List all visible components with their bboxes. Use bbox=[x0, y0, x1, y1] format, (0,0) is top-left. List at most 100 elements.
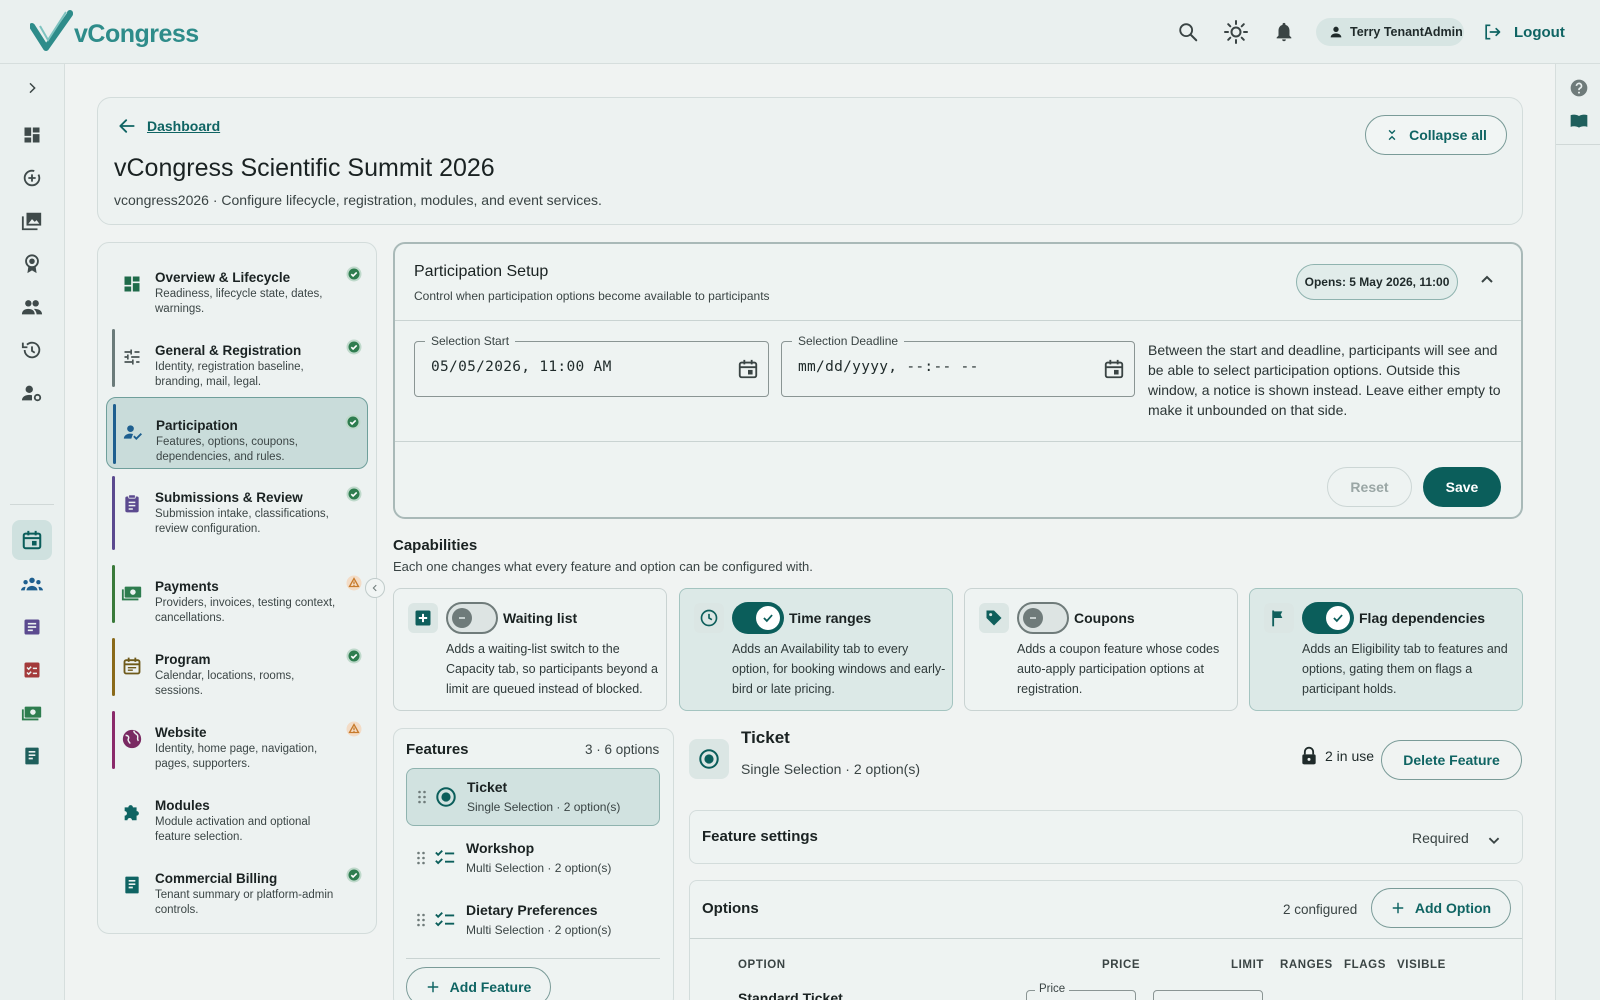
user-menu-chip[interactable]: Terry TenantAdmin bbox=[1316, 18, 1464, 46]
options-count: 2 configured bbox=[1283, 902, 1358, 917]
delete-feature-button[interactable]: Delete Feature bbox=[1381, 740, 1522, 780]
selection-window-help: Between the start and deadline, particip… bbox=[1148, 342, 1501, 418]
theme-sun-icon[interactable] bbox=[1222, 18, 1250, 46]
collapse-all-button[interactable]: Collapse all bbox=[1365, 115, 1507, 155]
reset-button[interactable]: Reset bbox=[1327, 467, 1412, 507]
nav-item-desc: Readiness, lifecycle state, dates, warni… bbox=[155, 288, 323, 315]
feature-name: Ticket bbox=[467, 779, 508, 795]
nav-item-program[interactable]: Program Calendar, locations, rooms, sess… bbox=[106, 632, 368, 700]
radio-selected-icon bbox=[689, 739, 729, 779]
plus-icon bbox=[1392, 902, 1404, 914]
nav-item-title: Payments bbox=[155, 579, 219, 594]
logout-button[interactable]: Logout bbox=[1482, 18, 1565, 46]
features-count: 3 · 6 options bbox=[585, 742, 660, 757]
feature-subtitle: Single Selection · 2 option(s) bbox=[467, 800, 621, 814]
setup-divider bbox=[395, 320, 1521, 321]
nav-item-participation[interactable]: Participation Features, options, coupons… bbox=[106, 397, 368, 469]
nav-item-title: Participation bbox=[156, 418, 238, 433]
save-button[interactable]: Save bbox=[1423, 467, 1501, 507]
dashboard-icon[interactable] bbox=[20, 123, 44, 147]
docs-book-icon[interactable] bbox=[1569, 111, 1589, 131]
flag-dependencies-toggle[interactable] bbox=[1302, 602, 1354, 634]
nav-item-accent-bar bbox=[112, 711, 115, 769]
checklist-icon[interactable] bbox=[20, 658, 44, 682]
column-header-option: OPTION bbox=[738, 959, 786, 971]
nav-item-title: Modules bbox=[155, 798, 210, 813]
people-icon[interactable] bbox=[20, 295, 44, 319]
time-ranges-toggle[interactable] bbox=[732, 602, 784, 634]
clock-icon bbox=[694, 603, 724, 633]
coupons-toggle[interactable] bbox=[1017, 602, 1069, 634]
feature-item-workshop[interactable]: Workshop Multi Selection · 2 option(s) bbox=[406, 830, 660, 888]
capability-title: Time ranges bbox=[789, 610, 872, 626]
chevron-down-icon[interactable] bbox=[1483, 829, 1505, 851]
collapse-icon bbox=[1388, 129, 1396, 141]
nav-item-modules[interactable]: Modules Module activation and optional f… bbox=[106, 778, 368, 846]
calendar-icon[interactable] bbox=[20, 528, 44, 552]
nav-item-title: Website bbox=[155, 725, 207, 740]
collapse-nav-handle[interactable] bbox=[365, 578, 385, 598]
calendar-picker-icon[interactable] bbox=[737, 358, 759, 380]
calendar-picker-icon[interactable] bbox=[1103, 358, 1125, 380]
option-price-field[interactable]: Price bbox=[1026, 983, 1136, 1000]
history-icon[interactable] bbox=[20, 338, 44, 362]
feature-item-ticket[interactable]: Ticket Single Selection · 2 option(s) bbox=[406, 768, 660, 826]
waiting-list-toggle[interactable] bbox=[446, 602, 498, 634]
receipt-icon[interactable] bbox=[20, 744, 44, 768]
status-ok-icon bbox=[346, 486, 362, 502]
capability-description: Adds an Availability tab to every option… bbox=[732, 642, 946, 696]
help-icon[interactable] bbox=[1569, 78, 1589, 98]
back-to-dashboard-link[interactable]: Dashboard bbox=[117, 116, 220, 136]
feature-item-dietary-preferences[interactable]: Dietary Preferences Multi Selection · 2 … bbox=[406, 892, 660, 950]
feature-settings-value: Required bbox=[1412, 830, 1469, 846]
capability-time-ranges: Time ranges Adds an Availability tab to … bbox=[679, 588, 953, 711]
feature-name: Dietary Preferences bbox=[466, 902, 598, 918]
nav-item-title: Overview & Lifecycle bbox=[155, 270, 291, 285]
payments-icon[interactable] bbox=[20, 701, 44, 725]
groups-icon[interactable] bbox=[20, 572, 44, 596]
nav-item-commercial-billing[interactable]: Commercial Billing Tenant summary or pla… bbox=[106, 851, 368, 919]
nav-item-accent-bar bbox=[112, 329, 115, 387]
user-settings-icon[interactable] bbox=[20, 381, 44, 405]
capability-description: Adds an Eligibility tab to features and … bbox=[1302, 642, 1508, 696]
option-limit-field[interactable] bbox=[1153, 990, 1263, 1000]
search-icon[interactable] bbox=[1174, 18, 1202, 46]
gallery-icon[interactable] bbox=[20, 209, 44, 233]
add-option-button[interactable]: Add Option bbox=[1371, 888, 1511, 928]
page-subtitle: vcongress2026 · Configure lifecycle, reg… bbox=[114, 192, 602, 208]
checklist-icon bbox=[435, 912, 455, 927]
right-rail-divider bbox=[1556, 144, 1600, 145]
lifecycle-icon[interactable] bbox=[20, 166, 44, 190]
bell-icon[interactable] bbox=[1270, 18, 1298, 46]
drag-handle-icon[interactable] bbox=[416, 850, 426, 866]
lock-icon bbox=[1302, 746, 1316, 765]
add-box-icon bbox=[408, 603, 438, 633]
award-icon[interactable] bbox=[20, 252, 44, 276]
nav-item-payments[interactable]: Payments Providers, invoices, testing co… bbox=[106, 559, 368, 627]
logo-check-icon bbox=[30, 10, 73, 51]
in-use-count: 2 in use bbox=[1325, 748, 1375, 764]
nav-item-website[interactable]: Website Identity, home page, navigation,… bbox=[106, 705, 368, 773]
app-logo[interactable]: vCongress bbox=[30, 8, 200, 54]
left-rail bbox=[0, 64, 65, 1000]
column-header-flags: FLAGS bbox=[1344, 959, 1386, 971]
receipt-icon bbox=[120, 873, 144, 897]
add-feature-button[interactable]: Add Feature bbox=[406, 967, 551, 1000]
back-label: Dashboard bbox=[147, 118, 221, 134]
nav-item-title: General & Registration bbox=[155, 343, 302, 358]
article-icon[interactable] bbox=[20, 615, 44, 639]
selection-deadline-field[interactable]: Selection Deadline mm/dd/yyyy, --:-- -- bbox=[781, 334, 1135, 397]
chevron-up-icon[interactable] bbox=[1475, 268, 1499, 292]
radio-selected-icon bbox=[436, 787, 456, 807]
nav-item-submissions-review[interactable]: Submissions & Review Submission intake, … bbox=[106, 470, 368, 554]
nav-item-accent-bar bbox=[112, 638, 115, 696]
capability-title: Coupons bbox=[1074, 610, 1135, 626]
feature-settings-title: Feature settings bbox=[702, 828, 818, 845]
nav-item-overview[interactable]: Overview & Lifecycle Readiness, lifecycl… bbox=[106, 250, 368, 318]
nav-item-general-registration[interactable]: General & Registration Identity, registr… bbox=[106, 323, 368, 391]
user-icon bbox=[1330, 26, 1342, 38]
selection-start-field[interactable]: Selection Start 05/05/2026, 11:00 AM bbox=[414, 334, 769, 397]
expand-rail-chevron-icon[interactable] bbox=[20, 76, 44, 100]
drag-handle-icon[interactable] bbox=[417, 789, 427, 805]
drag-handle-icon[interactable] bbox=[416, 912, 426, 928]
